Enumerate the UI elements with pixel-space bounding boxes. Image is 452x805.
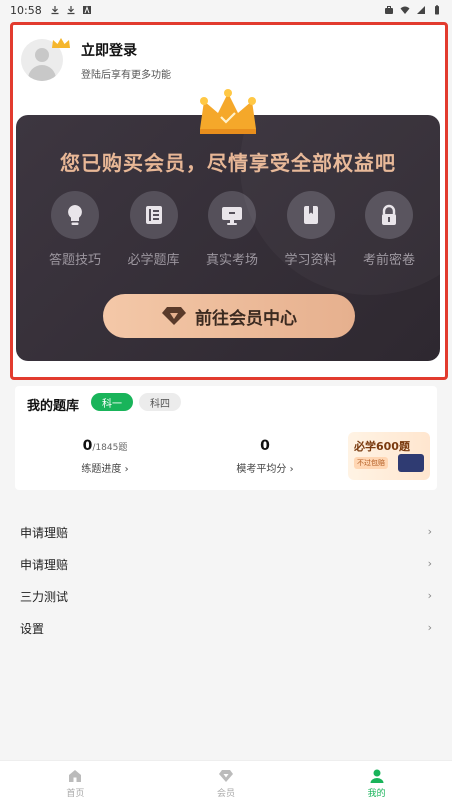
nav-mine[interactable]: 我的 [301, 761, 452, 805]
status-time: 10:58 [10, 3, 42, 17]
benefit-question-bank[interactable]: 必学题库 [121, 191, 187, 268]
promo-tag: 不过包赔 [354, 457, 388, 469]
average-label: 模考平均分 › [236, 464, 294, 475]
vip-headline: 您已购买会员，尽情享受全部权益吧 [60, 151, 396, 175]
lock-icon [382, 204, 396, 225]
login-profile[interactable]: 立即登录 登陆后享有更多功能 [21, 35, 321, 85]
monitor-icon [222, 207, 242, 225]
a-box-icon [82, 6, 91, 14]
notebook-icon [145, 206, 162, 224]
promo-title: 必学600题 [354, 440, 410, 453]
diamond-icon [162, 307, 186, 325]
mock-average-score[interactable]: 0 模考平均分 › [225, 438, 305, 475]
menu-item-label: 设置 [20, 621, 45, 636]
benefit-label: 考前密卷 [362, 253, 415, 268]
promo-banner[interactable]: 必学600题 不过包赔 [348, 432, 430, 480]
status-bar: 10:58 [0, 0, 452, 20]
menu-item-settings[interactable]: 设置 › [0, 612, 452, 644]
benefit-answer-tips[interactable]: 答题技巧 [42, 191, 108, 268]
login-title[interactable]: 立即登录 [81, 40, 171, 60]
benefit-label: 答题技巧 [48, 253, 101, 268]
menu-item-label: 申请理赔 [20, 525, 69, 540]
average-number: 0 [260, 438, 270, 454]
card-icon [398, 454, 424, 472]
person-icon [370, 769, 384, 783]
nav-label: 会员 [217, 788, 236, 799]
vip-center-button[interactable]: 前往会员中心 [103, 294, 355, 338]
benefit-real-exam[interactable]: 真实考场 [199, 191, 265, 268]
crown-icon [200, 89, 256, 134]
menu-item-claim[interactable]: 申请理赔 › [0, 548, 452, 580]
progress-number: 0 [82, 438, 93, 454]
menu-item-ability-test[interactable]: 三力测试 › [0, 580, 452, 612]
benefit-secret-papers[interactable]: 考前密卷 [356, 191, 422, 268]
progress-total: /1845题 [92, 443, 128, 453]
benefit-label: 必学题库 [127, 253, 180, 268]
settings-menu: 申请理赔 › 申请理赔 › 三力测试 › 设置 › [0, 516, 452, 644]
benefit-label: 真实考场 [205, 253, 258, 268]
question-bank-card: 我的题库 科一 科四 0/1845题 练题进度 › 0 模考平均分 › 必学60… [15, 386, 437, 490]
home-icon [69, 769, 82, 782]
practice-progress[interactable]: 0/1845题 练题进度 › [65, 438, 145, 475]
status-right-icons [384, 5, 442, 15]
menu-item-label: 申请理赔 [20, 557, 69, 572]
diamond-icon [219, 769, 233, 782]
tab-subject-one[interactable]: 科一 [91, 393, 133, 411]
chevron-right-icon: › [427, 589, 432, 602]
bank-title: 我的题库 [27, 399, 80, 414]
profile-text: 立即登录 登陆后享有更多功能 [81, 40, 171, 81]
book-icon [303, 206, 318, 224]
menu-item-claim[interactable]: 申请理赔 › [0, 516, 452, 548]
chevron-right-icon: › [427, 621, 432, 634]
login-subtitle: 登陆后享有更多功能 [81, 69, 171, 81]
menu-item-label: 三力测试 [20, 589, 69, 604]
nav-home[interactable]: 首页 [0, 761, 151, 805]
vip-center-label: 前往会员中心 [195, 308, 297, 329]
status-left-icons [50, 5, 92, 15]
vip-card: 您已购买会员，尽情享受全部权益吧 答题技巧 必学题库 真实考场 学习资料 考前密… [16, 115, 440, 361]
bottom-navigation: 首页 会员 我的 [0, 760, 452, 805]
nav-vip[interactable]: 会员 [151, 761, 302, 805]
crown-icon [52, 38, 70, 48]
signal-icon [417, 6, 425, 14]
download-icon [51, 6, 59, 15]
progress-label: 练题进度 › [81, 464, 129, 475]
nav-label: 首页 [66, 788, 85, 799]
nav-label: 我的 [367, 788, 386, 799]
vip-highlight-frame: 立即登录 登陆后享有更多功能 您已购买会员，尽情享受全部权益吧 答题技巧 必学题… [10, 22, 448, 380]
wifi-icon [400, 6, 410, 14]
briefcase-icon [385, 6, 393, 14]
benefit-list: 答题技巧 必学题库 真实考场 学习资料 考前密卷 [42, 191, 422, 268]
battery-icon [435, 5, 439, 15]
benefit-study-materials[interactable]: 学习资料 [278, 191, 344, 268]
chevron-right-icon: › [427, 557, 432, 570]
benefit-label: 学习资料 [284, 253, 337, 268]
lightbulb-icon [68, 205, 82, 225]
download-icon [67, 6, 75, 15]
tab-subject-four[interactable]: 科四 [139, 393, 181, 411]
chevron-right-icon: › [427, 525, 432, 538]
